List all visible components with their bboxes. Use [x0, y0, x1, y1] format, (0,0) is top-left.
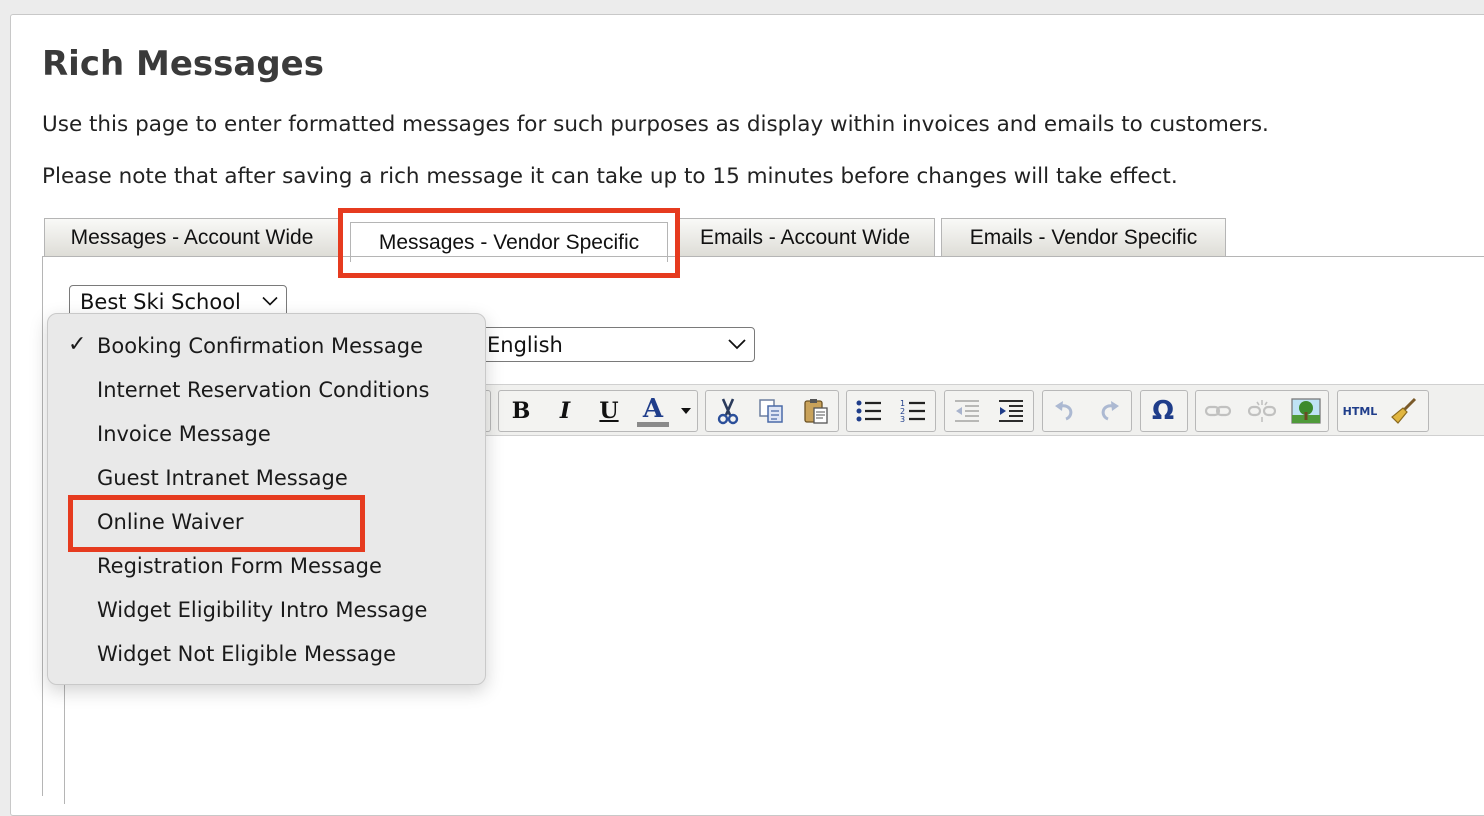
indent-icon [999, 400, 1023, 422]
indent-button[interactable] [989, 391, 1033, 431]
copy-button[interactable] [750, 391, 794, 431]
chevron-down-icon [262, 296, 278, 306]
html-source-button[interactable]: HTML [1338, 391, 1382, 431]
unlink-button[interactable] [1240, 391, 1284, 431]
link-icon [1204, 405, 1232, 417]
undo-button[interactable] [1043, 391, 1087, 431]
toolbar-group-clipboard [705, 390, 839, 432]
dropdown-option-label: Registration Form Message [97, 554, 382, 578]
toolbar-group-chars: Ω [1140, 390, 1188, 432]
tab-content-border [42, 256, 1484, 257]
special-character-button[interactable]: Ω [1141, 391, 1185, 431]
dropdown-option-invoice-message[interactable]: Invoice Message [48, 412, 485, 456]
insert-link-button[interactable] [1196, 391, 1240, 431]
italic-button[interactable]: I [543, 391, 587, 431]
bullet-list-icon [856, 400, 881, 422]
dropdown-option-widget-eligibility-intro[interactable]: Widget Eligibility Intro Message [48, 588, 485, 632]
dropdown-option-label: Widget Not Eligible Message [97, 642, 396, 666]
dropdown-option-online-waiver[interactable]: Online Waiver [48, 500, 485, 544]
dropdown-option-label: Invoice Message [97, 422, 271, 446]
underline-button[interactable]: U [587, 391, 631, 431]
font-color-dropdown[interactable] [675, 391, 697, 431]
numbered-list-icon: 1 2 3 [900, 399, 925, 424]
page-note: Please note that after saving a rich mes… [42, 164, 1178, 189]
bold-button[interactable]: B [499, 391, 543, 431]
toolbar-group-lists: 1 2 3 [846, 390, 936, 432]
font-color-swatch [637, 421, 669, 427]
toolbar-group-history [1042, 390, 1132, 432]
dropdown-option-label: Online Waiver [97, 510, 244, 534]
redo-button[interactable] [1087, 391, 1131, 431]
cleanup-button[interactable] [1382, 391, 1426, 431]
undo-icon [1055, 401, 1073, 421]
dropdown-option-booking-confirmation[interactable]: ✓ Booking Confirmation Message [48, 324, 485, 368]
numbered-list-button[interactable]: 1 2 3 [891, 391, 935, 431]
omega-icon: Ω [1151, 396, 1175, 426]
dropdown-option-internet-reservation-conditions[interactable]: Internet Reservation Conditions [48, 368, 485, 412]
editor-toolbar: B I U A 1 2 3 Ω HTML [484, 384, 1484, 436]
tab-emails-vendor-specific[interactable]: Emails - Vendor Specific [941, 218, 1226, 256]
bold-icon: B [511, 398, 531, 424]
toolbar-group-source: HTML [1337, 390, 1429, 432]
dropdown-option-guest-intranet-message[interactable]: Guest Intranet Message [48, 456, 485, 500]
tab-messages-account-wide[interactable]: Messages - Account Wide [44, 218, 340, 256]
caret-down-icon [681, 408, 691, 414]
outdent-icon [955, 400, 979, 422]
vendor-select-value: Best Ski School [80, 290, 241, 314]
insert-image-button[interactable] [1284, 391, 1328, 431]
bullet-list-button[interactable] [847, 391, 891, 431]
italic-icon: I [559, 398, 571, 424]
font-color-icon: A [642, 393, 664, 424]
page-title: Rich Messages [42, 44, 324, 84]
toolbar-group-indent [944, 390, 1034, 432]
unlink-icon [1248, 400, 1276, 422]
page-description: Use this page to enter formatted message… [42, 112, 1269, 137]
toolbar-group-format: B I U A [498, 390, 698, 432]
language-select-value: English [487, 332, 563, 357]
dropdown-option-label: Internet Reservation Conditions [97, 378, 430, 402]
paste-button[interactable] [794, 391, 838, 431]
toolbar-group-links [1195, 390, 1329, 432]
scissors-icon [717, 398, 739, 425]
chevron-down-icon [728, 338, 746, 349]
language-select[interactable]: English [470, 327, 755, 362]
broom-icon [1391, 397, 1417, 424]
outdent-button[interactable] [945, 391, 989, 431]
message-type-dropdown: ✓ Booking Confirmation Message Internet … [47, 313, 486, 685]
dropdown-option-label: Guest Intranet Message [97, 466, 348, 490]
html-icon: HTML [1342, 404, 1378, 418]
font-color-button[interactable]: A [631, 391, 675, 431]
dropdown-option-registration-form-message[interactable]: Registration Form Message [48, 544, 485, 588]
svg-text:3: 3 [900, 415, 905, 424]
clipboard-icon [804, 399, 828, 424]
underline-icon: U [599, 398, 619, 424]
dropdown-option-label: Widget Eligibility Intro Message [97, 598, 428, 622]
cut-button[interactable] [706, 391, 750, 431]
dropdown-option-widget-not-eligible[interactable]: Widget Not Eligible Message [48, 632, 485, 676]
tab-content-border-left [42, 256, 43, 796]
image-icon [1291, 398, 1321, 424]
tab-emails-account-wide[interactable]: Emails - Account Wide [675, 218, 935, 256]
dropdown-option-label: Booking Confirmation Message [97, 334, 423, 358]
checkmark-icon: ✓ [68, 332, 87, 357]
copy-icon [759, 399, 783, 423]
redo-icon [1101, 401, 1119, 421]
